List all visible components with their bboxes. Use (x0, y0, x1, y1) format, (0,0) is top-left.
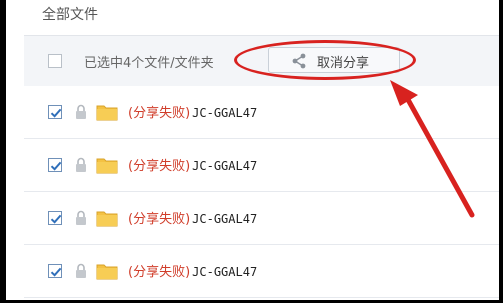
file-panel: 全部文件 已选中4个文件/文件夹 取消分享 (分享失败) JC-GGAL47 (… (6, 0, 499, 303)
annotation-arrow (390, 80, 475, 218)
